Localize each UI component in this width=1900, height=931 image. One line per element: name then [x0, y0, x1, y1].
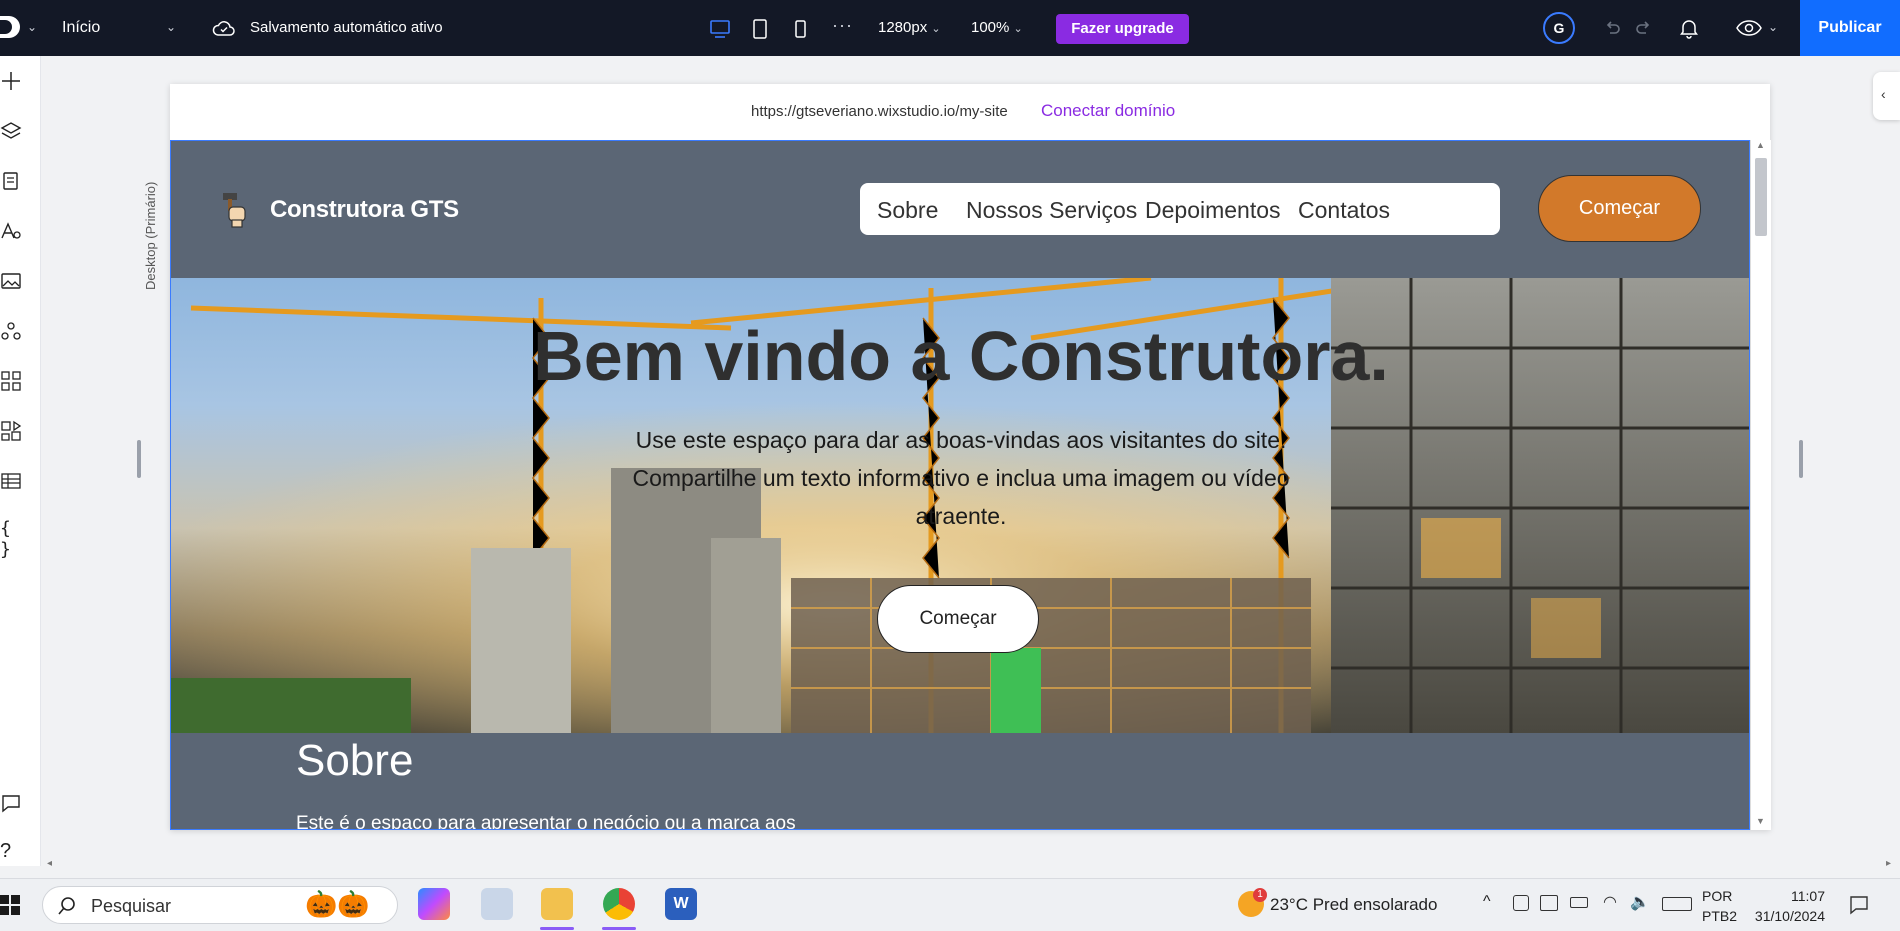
hero-text[interactable]: Use este espaço para dar as boas-vindas …	[601, 421, 1321, 535]
chrome-app-icon[interactable]	[603, 888, 635, 920]
about-title[interactable]: Sobre	[296, 736, 413, 786]
editor-top-bar: ⌄ Início ⌄ Salvamento automático ativo ·…	[0, 0, 1900, 56]
pages-icon[interactable]	[0, 170, 22, 192]
resize-handle-left[interactable]	[137, 440, 141, 478]
site-nav: Sobre Nossos Serviços Depoimentos Contat…	[860, 183, 1500, 235]
notification-center-icon[interactable]	[1848, 894, 1870, 916]
tablet-view-icon[interactable]	[749, 18, 771, 40]
more-breakpoints-icon[interactable]: ···	[832, 15, 853, 36]
scroll-up-icon[interactable]: ▲	[1756, 140, 1765, 150]
wix-logo-icon[interactable]	[0, 16, 20, 38]
keyboard-icon[interactable]	[1662, 897, 1692, 911]
cloud-check-icon	[212, 21, 235, 36]
theme-icon[interactable]	[0, 220, 22, 242]
hero-start-button[interactable]: Começar	[877, 585, 1039, 653]
page-selector[interactable]: Início	[62, 19, 100, 37]
width-selector[interactable]: 1280px ⌄	[878, 19, 941, 36]
weather-text[interactable]: 23°C Pred ensolarado	[1270, 895, 1437, 915]
avatar[interactable]: G	[1543, 12, 1575, 44]
about-text[interactable]: Este é o espaço para apresentar o negóci…	[296, 813, 796, 829]
media-icon[interactable]	[0, 270, 22, 292]
redo-icon[interactable]	[1632, 16, 1656, 40]
undo-icon[interactable]	[1600, 16, 1624, 40]
taskbar-search[interactable]: Pesquisar 🎃🎃	[42, 886, 398, 924]
chevron-left-icon: ‹	[1881, 86, 1886, 102]
business-icon[interactable]	[0, 420, 22, 442]
scroll-down-icon[interactable]: ▼	[1756, 816, 1765, 826]
site-brand[interactable]: Construtora GTS	[270, 196, 459, 224]
zoom-selector[interactable]: 100% ⌄	[971, 19, 1023, 36]
header-start-button[interactable]: Começar	[1538, 175, 1701, 242]
chevron-down-icon[interactable]: ⌄	[1768, 20, 1778, 34]
laptop-app-icon[interactable]	[481, 888, 513, 920]
scroll-left-icon[interactable]: ◂	[47, 858, 52, 869]
add-icon[interactable]	[0, 70, 22, 92]
table-icon[interactable]	[0, 470, 22, 492]
grid-icon[interactable]	[0, 370, 22, 392]
site-header[interactable]: Construtora GTS Sobre Nossos Serviços De…	[171, 141, 1749, 278]
preview-eye-icon[interactable]	[1735, 16, 1763, 40]
site-scrollbar[interactable]: ▲ ▼	[1750, 140, 1771, 830]
site-url: https://gtseveriano.wixstudio.io/my-site	[751, 103, 1008, 120]
chevron-down-icon[interactable]: ⌄	[27, 20, 37, 34]
meet-icon[interactable]	[1513, 895, 1529, 911]
hammer-fist-logo-icon	[223, 193, 246, 228]
comments-icon[interactable]	[0, 792, 22, 814]
nav-item-depoimentos[interactable]: Depoimentos	[1145, 197, 1281, 224]
hero-title[interactable]: Bem vindo a Construtora.	[171, 316, 1749, 396]
upgrade-button[interactable]: Fazer upgrade	[1056, 14, 1189, 44]
site-frame: https://gtseveriano.wixstudio.io/my-site…	[170, 84, 1771, 830]
collapse-panel-tab[interactable]: ‹	[1873, 72, 1900, 120]
resize-handle-right[interactable]	[1799, 440, 1803, 478]
scroll-thumb[interactable]	[1755, 158, 1767, 236]
chevron-up-icon[interactable]: ^	[1483, 893, 1491, 911]
viewport-label: Desktop (Primário)	[143, 181, 158, 290]
language-indicator[interactable]: POR PTB2	[1702, 886, 1737, 926]
about-section[interactable]: Sobre Este é o espaço para apresentar o …	[171, 733, 1749, 829]
help-icon[interactable]: ?	[0, 840, 22, 862]
nav-item-contatos[interactable]: Contatos	[1298, 197, 1390, 224]
mobile-view-icon[interactable]	[789, 18, 811, 40]
apps-icon[interactable]	[0, 320, 22, 342]
search-icon	[58, 897, 75, 915]
canvas-horizontal-scrollbar[interactable]: ◂ ▸	[41, 858, 1900, 872]
battery-icon[interactable]	[1570, 897, 1588, 908]
publish-button[interactable]: Publicar	[1800, 0, 1900, 56]
clock[interactable]: 11:07 31/10/2024	[1747, 886, 1825, 926]
code-icon[interactable]: { }	[0, 518, 22, 560]
halloween-pumpkins-icon: 🎃🎃	[305, 889, 370, 919]
wifi-icon[interactable]: ◠	[1603, 892, 1617, 912]
notifications-bell-icon[interactable]	[1677, 16, 1701, 40]
scroll-right-icon[interactable]: ▸	[1886, 858, 1891, 869]
search-placeholder: Pesquisar	[91, 896, 172, 916]
clock-date: 31/10/2024	[1754, 908, 1825, 924]
hero-section[interactable]: Bem vindo a Construtora. Use este espaço…	[171, 278, 1749, 733]
autosave-status: Salvamento automático ativo	[250, 19, 443, 36]
volume-icon[interactable]: 🔈	[1630, 892, 1650, 912]
chevron-down-icon[interactable]: ⌄	[166, 20, 176, 34]
keyboard-layout: PTB2	[1702, 908, 1738, 924]
windows-taskbar: Pesquisar 🎃🎃 W 1 23°C Pred ensolarado ^ …	[0, 878, 1900, 931]
width-value: 1280px	[878, 19, 928, 36]
language-code: POR	[1702, 888, 1733, 904]
left-toolbar: { } ?	[0, 56, 41, 866]
windows-start-icon[interactable]	[0, 895, 20, 915]
nav-item-sobre[interactable]: Sobre	[877, 197, 938, 224]
screen-icon[interactable]	[1540, 895, 1558, 911]
clock-time: 11:07	[1791, 888, 1825, 904]
desktop-view-icon[interactable]	[709, 18, 731, 40]
nav-item-servicos[interactable]: Nossos Serviços	[966, 197, 1137, 224]
site-preview[interactable]: Construtora GTS Sobre Nossos Serviços De…	[170, 140, 1750, 830]
word-app-icon[interactable]: W	[665, 888, 697, 920]
url-bar: https://gtseveriano.wixstudio.io/my-site…	[170, 84, 1770, 140]
file-explorer-icon[interactable]	[541, 888, 573, 920]
copilot-app-icon[interactable]	[418, 888, 450, 920]
layers-icon[interactable]	[0, 120, 22, 142]
connect-domain-link[interactable]: Conectar domínio	[1041, 101, 1175, 121]
zoom-value: 100%	[971, 19, 1010, 36]
weather-badge: 1	[1253, 888, 1267, 902]
